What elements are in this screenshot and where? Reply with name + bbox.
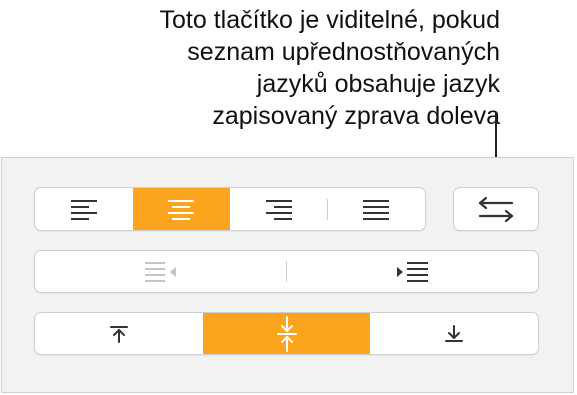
decrease-indent-button[interactable] xyxy=(35,251,287,292)
align-left-button[interactable] xyxy=(35,188,133,230)
decrease-indent-icon xyxy=(144,261,176,282)
justify-icon xyxy=(363,200,390,220)
callout-line: jazyků obsahuje jazyk xyxy=(256,70,500,98)
vertical-alignment-control xyxy=(34,312,539,355)
text-direction-button-face[interactable] xyxy=(454,188,538,230)
callout-line: seznam upřednostňovaných xyxy=(187,38,500,66)
callout-text: Toto tlačítko je viditelné, pokud seznam… xyxy=(40,4,500,132)
increase-indent-button[interactable] xyxy=(287,251,539,292)
indent-control xyxy=(34,250,539,293)
callout-line: zapisovaný zprava doleva xyxy=(212,102,500,130)
align-bottom-icon xyxy=(445,324,464,342)
align-right-icon xyxy=(265,200,292,220)
align-center-icon xyxy=(168,200,195,220)
justify-button[interactable] xyxy=(328,188,426,230)
align-bottom-button[interactable] xyxy=(370,313,538,354)
callout-line: Toto tlačítko je viditelné, pokud xyxy=(159,6,500,34)
align-middle-icon xyxy=(276,315,297,352)
increase-indent-icon xyxy=(397,261,429,282)
text-direction-icon xyxy=(478,196,514,223)
align-center-button[interactable] xyxy=(132,188,230,230)
align-middle-button[interactable] xyxy=(202,313,371,354)
text-direction-button[interactable] xyxy=(453,187,539,231)
align-top-icon xyxy=(109,325,128,343)
align-top-button[interactable] xyxy=(35,313,203,354)
align-left-icon xyxy=(70,200,97,220)
align-right-button[interactable] xyxy=(230,188,328,230)
horizontal-alignment-control xyxy=(34,187,426,231)
